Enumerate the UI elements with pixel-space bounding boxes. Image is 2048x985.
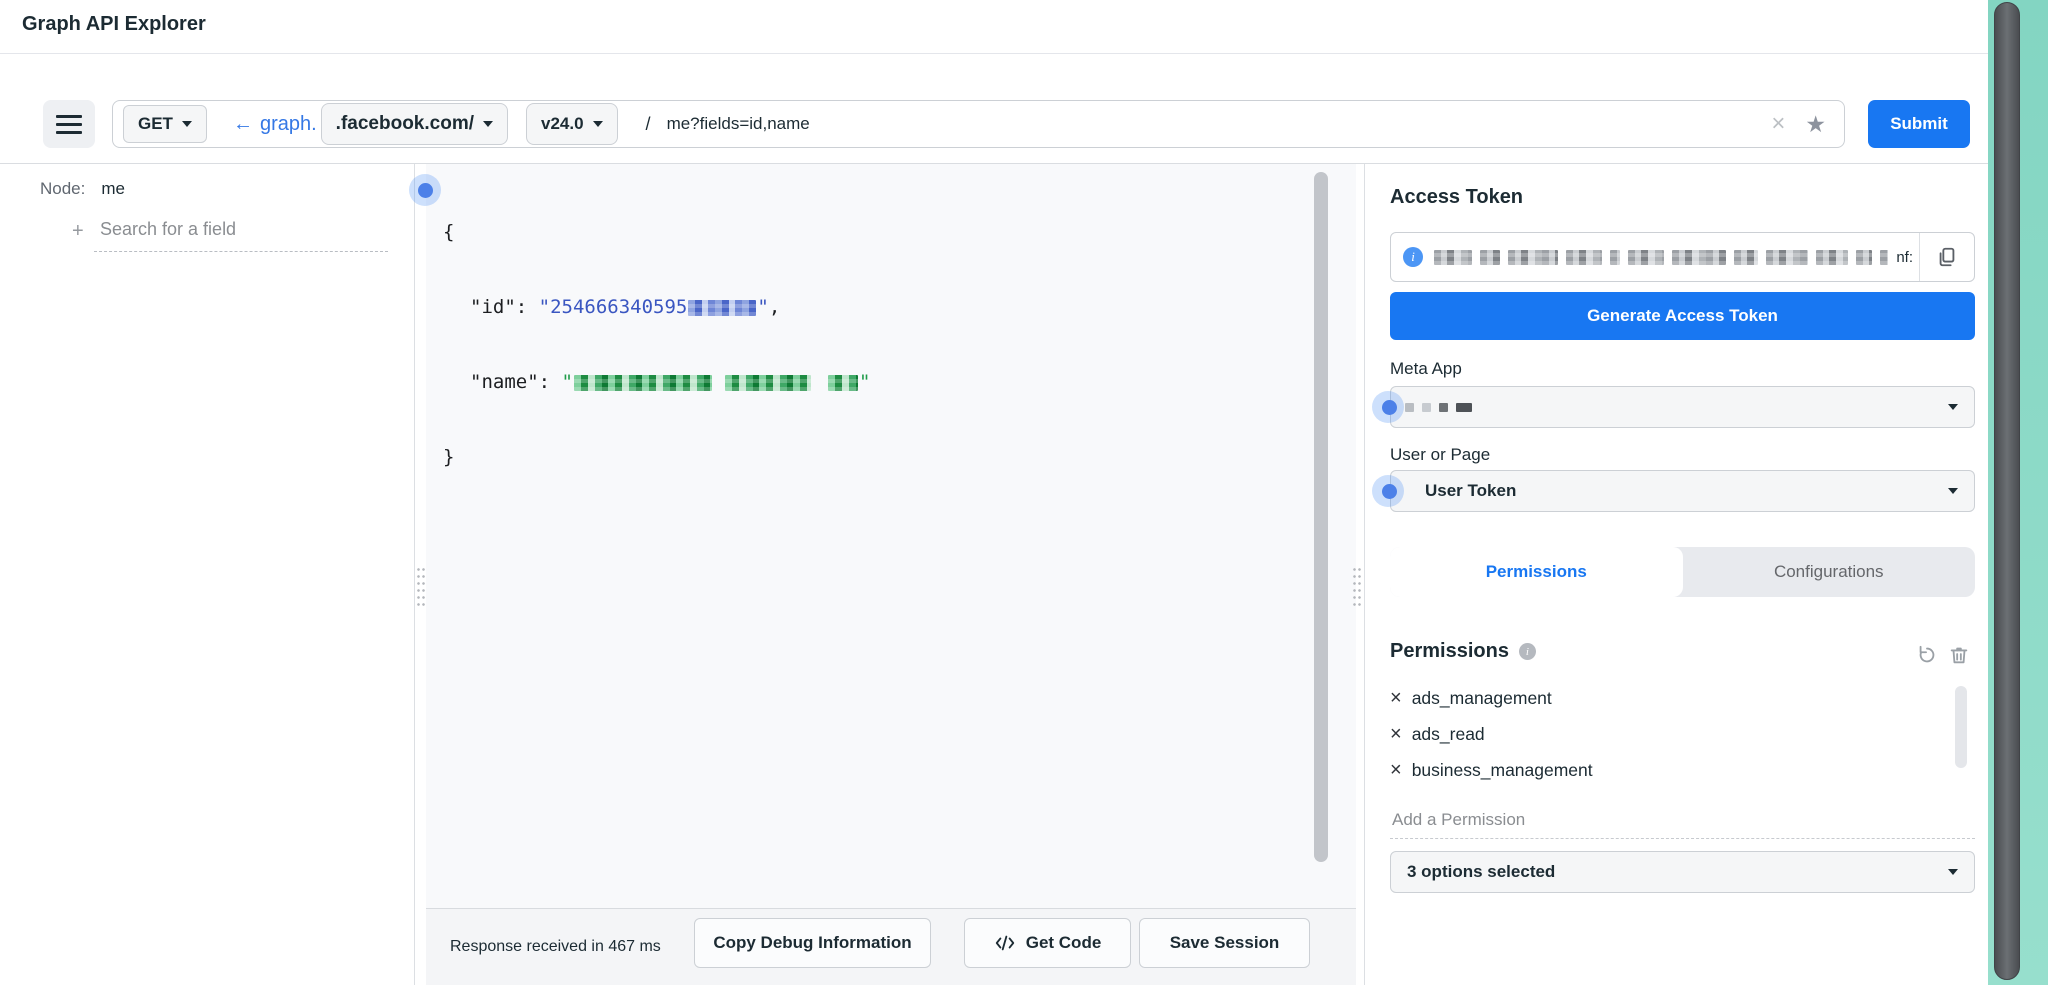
json-line: "name": ""	[443, 370, 870, 395]
redacted-text	[725, 375, 811, 391]
graph-api-explorer-window: Graph API Explorer GET ← graph. .faceboo…	[0, 0, 2048, 985]
menu-button[interactable]	[43, 100, 95, 148]
highlight-dot-icon	[418, 183, 433, 198]
get-code-label: Get Code	[1026, 933, 1102, 953]
json-line: }	[443, 445, 870, 470]
options-summary: 3 options selected	[1407, 862, 1555, 882]
json-line: {	[443, 220, 870, 245]
right-panel-resize-handle[interactable]	[1352, 566, 1362, 610]
save-session-button[interactable]: Save Session	[1139, 918, 1310, 968]
host-prefix-link[interactable]: ← graph.	[233, 113, 317, 136]
back-arrow-icon: ←	[233, 113, 253, 136]
redacted-text	[688, 300, 756, 316]
code-icon	[994, 932, 1016, 954]
tab-permissions[interactable]: Permissions	[1390, 547, 1683, 597]
add-permission-underline	[1390, 838, 1975, 839]
meta-app-label: Meta App	[1390, 359, 1462, 379]
copy-debug-button[interactable]: Copy Debug Information	[694, 918, 931, 968]
generate-access-token-button[interactable]: Generate Access Token	[1390, 292, 1975, 340]
highlight-dot-icon	[1382, 484, 1397, 499]
copy-icon	[1936, 246, 1958, 268]
response-scrollbar[interactable]	[1314, 172, 1328, 862]
star-icon[interactable]: ★	[1805, 113, 1826, 136]
path-separator: /	[646, 114, 651, 135]
access-token-title: Access Token	[1390, 186, 1523, 209]
user-token-value: User Token	[1425, 481, 1516, 501]
hamburger-icon	[56, 115, 82, 118]
permissions-heading-row: Permissions i	[1390, 640, 1536, 663]
user-or-page-label: User or Page	[1390, 445, 1490, 465]
node-label: Node:	[40, 179, 85, 199]
api-version-label: v24.0	[541, 114, 584, 134]
http-method-label: GET	[138, 114, 173, 134]
host-prefix-label: graph.	[260, 113, 317, 136]
save-session-label: Save Session	[1170, 933, 1280, 953]
fields-sidebar	[0, 164, 415, 985]
permission-row: × business_management	[1390, 756, 1593, 784]
token-tabs: Permissions Configurations	[1390, 547, 1975, 597]
redacted-token	[1433, 250, 1888, 265]
api-version-dropdown[interactable]: v24.0	[526, 103, 618, 145]
caret-down-icon	[1948, 869, 1958, 875]
permission-label: ads_management	[1412, 688, 1552, 709]
clear-permissions-button[interactable]	[1948, 644, 1970, 666]
hamburger-icon	[56, 131, 82, 134]
redacted-text	[574, 375, 712, 391]
permission-row: × ads_read	[1390, 720, 1485, 748]
clear-icon[interactable]: ×	[1771, 112, 1785, 136]
request-url-bar: GET ← graph. .facebook.com/ v24.0 / × ★	[112, 100, 1845, 148]
page-title: Graph API Explorer	[22, 13, 206, 36]
node-value: me	[101, 179, 125, 199]
host-domain-label: .facebook.com/	[336, 113, 474, 135]
tab-configurations[interactable]: Configurations	[1683, 547, 1976, 597]
host-domain-dropdown[interactable]: .facebook.com/	[321, 103, 508, 145]
caret-down-icon	[182, 121, 192, 127]
caret-down-icon	[1948, 404, 1958, 410]
highlight-dot-icon	[1382, 400, 1397, 415]
json-line: "id": "254666340595",	[443, 295, 870, 320]
permission-options-dropdown[interactable]: 3 options selected	[1390, 851, 1975, 893]
get-code-button[interactable]: Get Code	[964, 918, 1131, 968]
meta-app-dropdown[interactable]	[1390, 386, 1975, 428]
os-scrollbar-thumb[interactable]	[1994, 2, 2020, 980]
request-path-input[interactable]	[665, 113, 1772, 135]
copy-token-button[interactable]	[1919, 233, 1974, 281]
json-response: { "id": "254666340595", "name": "" }	[443, 170, 870, 520]
submit-button[interactable]: Submit	[1868, 100, 1970, 148]
remove-permission-icon[interactable]: ×	[1390, 688, 1402, 708]
add-permission-input[interactable]: Add a Permission	[1392, 810, 1525, 830]
field-search-wrap	[94, 214, 388, 252]
http-method-dropdown[interactable]: GET	[123, 105, 207, 143]
permission-label: business_management	[1412, 760, 1593, 781]
undo-icon	[1916, 644, 1938, 666]
add-field-icon[interactable]: +	[72, 220, 84, 243]
permission-label: ads_read	[1412, 724, 1485, 745]
field-search-input[interactable]	[98, 218, 392, 241]
permissions-scrollbar[interactable]	[1955, 686, 1967, 768]
remove-permission-icon[interactable]: ×	[1390, 760, 1402, 780]
info-icon: i	[1403, 247, 1423, 267]
remove-permission-icon[interactable]: ×	[1390, 724, 1402, 744]
user-or-page-dropdown[interactable]: User Token	[1390, 470, 1975, 512]
hamburger-icon	[56, 123, 82, 126]
redacted-app-name	[1405, 403, 1472, 412]
undo-permissions-button[interactable]	[1916, 644, 1938, 666]
redacted-text	[828, 375, 858, 391]
permissions-heading: Permissions	[1390, 640, 1509, 663]
app-header	[0, 0, 2048, 54]
copy-debug-label: Copy Debug Information	[713, 933, 911, 953]
left-panel-resize-handle[interactable]	[416, 566, 426, 610]
info-icon: i	[1519, 643, 1536, 660]
caret-down-icon	[1948, 488, 1958, 494]
response-status: Response received in 467 ms	[450, 938, 661, 956]
permission-row: × ads_management	[1390, 684, 1552, 712]
trash-icon	[1948, 644, 1970, 666]
caret-down-icon	[483, 121, 493, 127]
access-token-field[interactable]: i nf:	[1390, 232, 1975, 282]
node-row: Node: me	[40, 179, 125, 199]
token-visible-tail: nf:	[1896, 249, 1913, 266]
caret-down-icon	[593, 121, 603, 127]
